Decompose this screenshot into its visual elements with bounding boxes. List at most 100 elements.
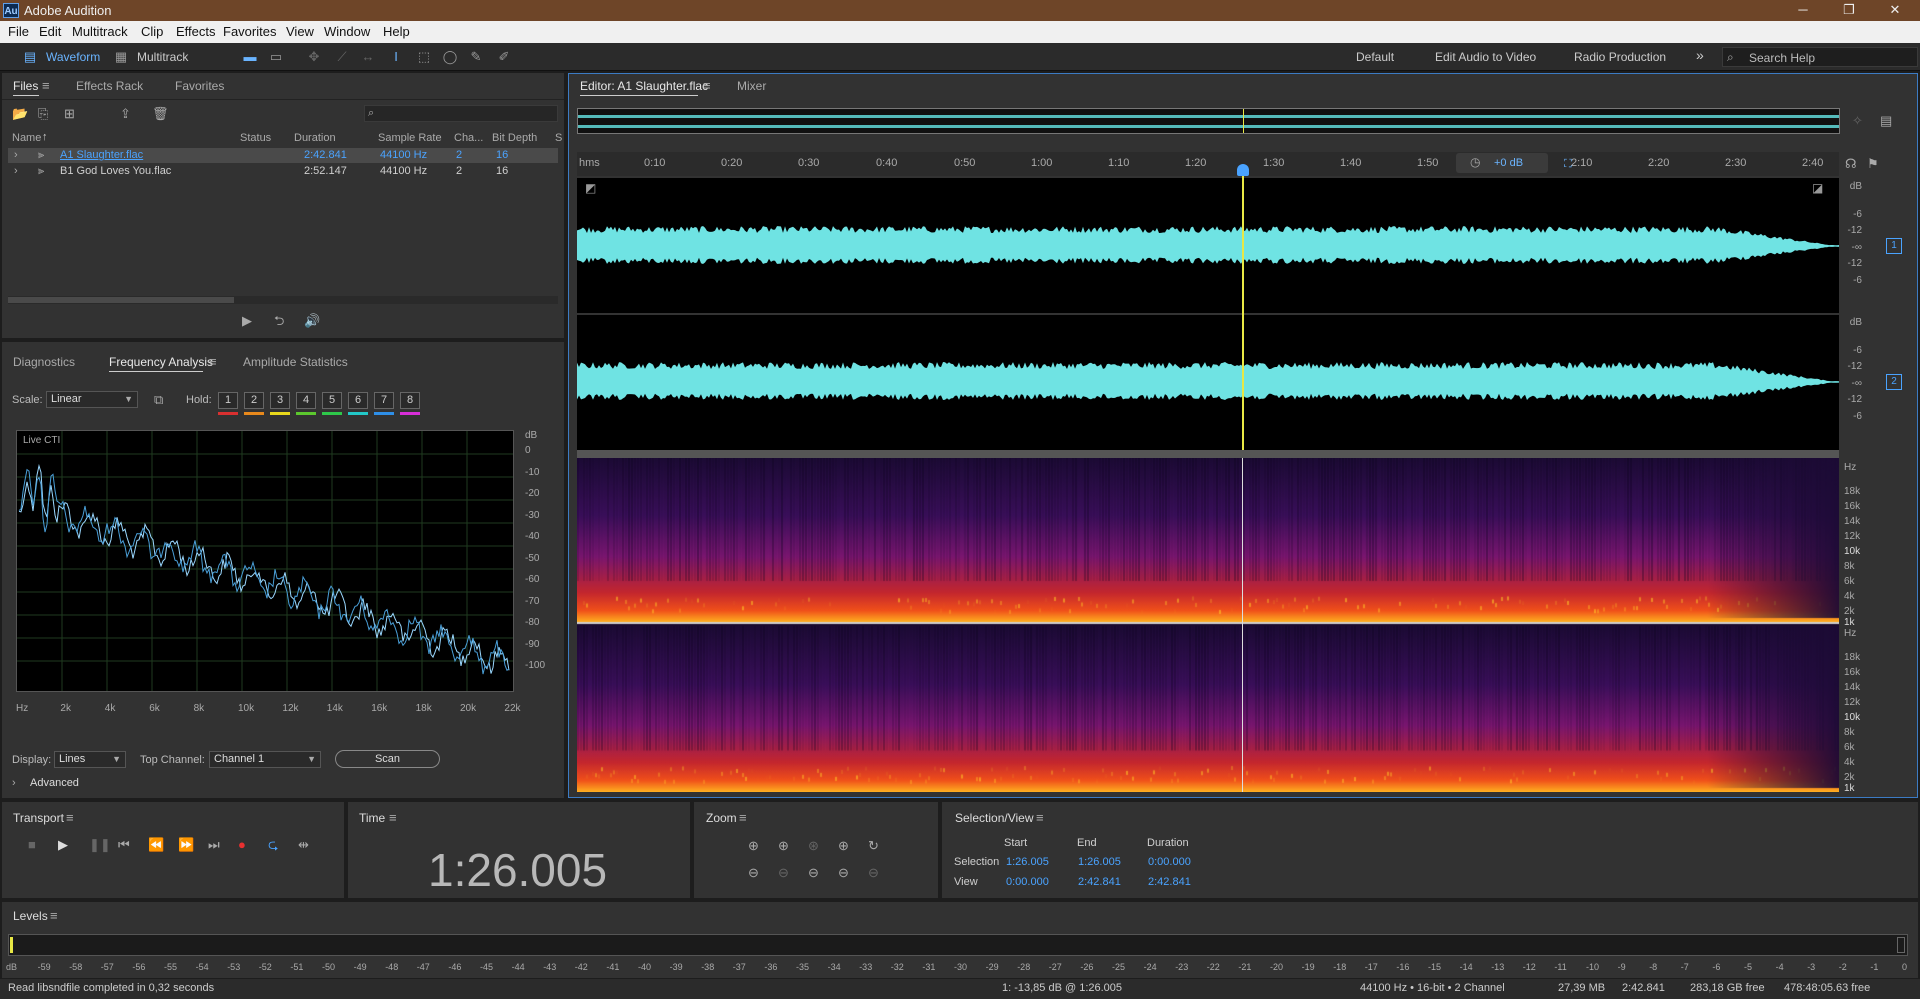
playhead-handle-icon[interactable] [1237,164,1249,176]
scan-button[interactable]: Scan [335,750,440,768]
column-duration[interactable]: Duration [294,132,336,144]
column-s[interactable]: S [555,132,562,144]
advanced-toggle[interactable]: Advanced [30,777,79,789]
multitrack-button[interactable]: Multitrack [137,47,188,67]
waveform-button[interactable]: Waveform [46,47,100,67]
minimize-button[interactable]: ─ [1780,0,1826,21]
tab-effects-rack[interactable]: Effects Rack [76,79,143,93]
file-row[interactable]: › ⫸ B1 God Loves You.flac 2:52.147 44100… [8,164,558,179]
hold-button-7[interactable]: 7 [374,392,394,409]
panel-menu-icon[interactable]: ≡ [209,354,217,370]
tab-files[interactable]: Files [13,79,38,93]
panel-menu-icon[interactable]: ≡ [739,810,747,826]
panel-menu-icon[interactable]: ≡ [1036,810,1044,826]
search-help-input[interactable]: ⌕ Search Help [1722,47,1918,67]
column-status[interactable]: Status [240,132,271,144]
expand-chevron-icon[interactable]: › [14,149,18,161]
selection-start[interactable]: 1:26.005 [1006,856,1049,868]
move-tool-icon[interactable]: ✥ [306,49,322,65]
next-icon[interactable]: ⏭ [208,837,220,853]
file-row[interactable]: › ⫸ A1 Slaughter.flac 2:42.841 44100 Hz … [8,148,558,163]
zoom-in-left-icon[interactable]: ⊕ [838,838,849,854]
menu-help[interactable]: Help [383,24,410,39]
stop-icon[interactable]: ■ [28,837,36,853]
scale-dropdown[interactable]: Linear ▼ [46,391,138,408]
menu-window[interactable]: Window [324,24,370,39]
channel-2-toggle[interactable]: 2 [1886,374,1902,390]
hold-button-3[interactable]: 3 [270,392,290,409]
overview-navigator[interactable] [577,108,1840,134]
hold-button-1[interactable]: 1 [218,392,238,409]
view-duration[interactable]: 2:42.841 [1148,876,1191,888]
fade-out-handle-icon[interactable]: ◪ [1812,180,1823,196]
zoom-out-amplitude-icon[interactable]: ⊖ [748,865,759,881]
time-selection-tool-icon[interactable]: I [388,49,404,65]
maximize-button[interactable]: ❐ [1826,0,1872,21]
zoom-reset-icon[interactable]: ↻ [868,838,879,854]
brush-tool-icon[interactable]: ✎ [468,49,484,65]
loop-playback-icon[interactable]: ⮎ [268,837,278,853]
panel-menu-icon[interactable]: ≡ [50,908,58,924]
horizontal-scrollbar[interactable] [8,296,558,304]
headphones-icon[interactable]: ☊ [1845,156,1857,172]
workspace-radio-production[interactable]: Radio Production [1574,50,1666,64]
volume-knob-icon[interactable]: ◷ [1470,155,1480,169]
autoplay-speaker-icon[interactable]: 🔊 [304,313,320,329]
zoom-out-full-icon[interactable]: ⊖ [838,865,849,881]
menu-clip[interactable]: Clip [141,24,163,39]
new-file-icon[interactable]: ⊞ [64,106,75,122]
file-name[interactable]: B1 God Loves You.flac [60,165,171,177]
waveform-display-icon[interactable]: ▬ [242,49,258,65]
menu-multitrack[interactable]: Multitrack [72,24,128,39]
hud-volume[interactable]: ◷ +0 dB [1456,153,1548,173]
marquee-tool-icon[interactable]: ⬚ [416,49,432,65]
menu-edit[interactable]: Edit [39,24,61,39]
panel-menu-icon[interactable]: ≡ [389,810,397,826]
selection-duration[interactable]: 0:00.000 [1148,856,1191,868]
workspace-edit-audio-to-video[interactable]: Edit Audio to Video [1435,50,1536,64]
column-name[interactable]: Name [12,132,41,144]
play-icon[interactable]: ▶ [58,837,68,853]
tab-favorites[interactable]: Favorites [175,79,224,93]
spot-healing-tool-icon[interactable]: ✐ [496,49,512,65]
editor-options-icon[interactable]: ▤ [1880,113,1892,129]
hold-button-2[interactable]: 2 [244,392,264,409]
tab-amplitude-statistics[interactable]: Amplitude Statistics [243,355,348,369]
spectral-display-icon[interactable]: ▭ [268,49,284,65]
zoom-in-amplitude-icon[interactable]: ⊕ [748,838,759,854]
zoom-out-left-icon[interactable]: ⊖ [808,865,819,881]
channel-1-toggle[interactable]: 1 [1886,238,1902,254]
delete-icon[interactable]: 🗑 [152,106,169,122]
display-dropdown[interactable]: Lines ▼ [54,751,126,768]
fade-in-handle-icon[interactable]: ◩ [585,180,596,196]
selection-end[interactable]: 1:26.005 [1078,856,1121,868]
expand-chevron-icon[interactable]: › [14,165,18,177]
hold-button-8[interactable]: 8 [400,392,420,409]
rewind-icon[interactable]: ⏪ [148,837,164,853]
fast-forward-icon[interactable]: ⏩ [178,837,194,853]
record-icon[interactable]: ● [238,837,246,853]
open-file-icon[interactable]: 📂 [12,106,28,122]
loop-preview-icon[interactable]: ⮌ [274,313,284,329]
tab-editor[interactable]: Editor: A1 Slaughter.flac [580,79,708,93]
tab-mixer[interactable]: Mixer [737,79,766,93]
waveform-area[interactable] [577,178,1839,450]
tab-frequency-analysis[interactable]: Frequency Analysis [109,355,213,369]
column-sample-rate[interactable]: Sample Rate [378,132,442,144]
razor-tool-icon[interactable]: ⟋ [334,49,350,65]
zoom-selection-icon[interactable]: ⊛ [808,838,819,854]
close-button[interactable]: ✕ [1872,0,1918,21]
panel-menu-icon[interactable]: ≡ [66,810,74,826]
zoom-out-right-icon[interactable]: ⊖ [868,865,879,881]
hold-button-4[interactable]: 4 [296,392,316,409]
menu-file[interactable]: File [8,24,29,39]
slip-tool-icon[interactable]: ↔ [360,49,376,65]
workspace-default[interactable]: Default [1356,50,1394,64]
panel-menu-icon[interactable]: ≡ [703,78,711,94]
lasso-tool-icon[interactable]: ◯ [442,49,458,65]
menu-favorites[interactable]: Favorites [223,24,276,39]
playhead[interactable] [1242,170,1244,450]
tab-diagnostics[interactable]: Diagnostics [13,355,75,369]
hold-button-6[interactable]: 6 [348,392,368,409]
view-end[interactable]: 2:42.841 [1078,876,1121,888]
